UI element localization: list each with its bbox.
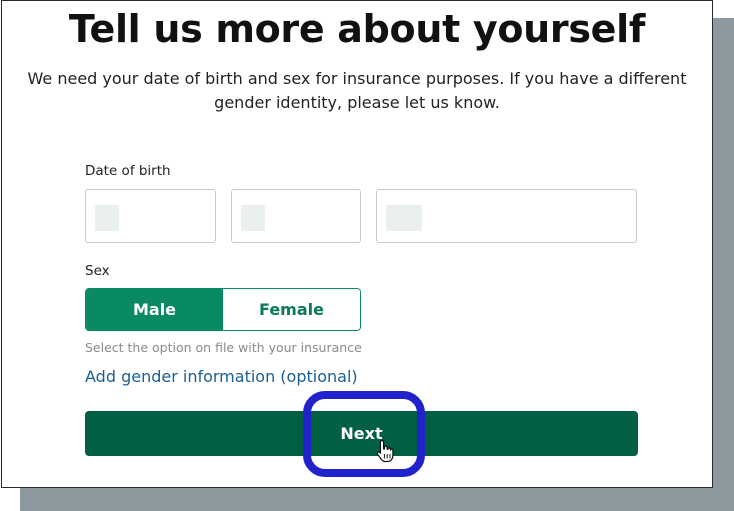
page-title: Tell us more about yourself (68, 7, 646, 51)
screenshot-stage: Tell us more about yourself We need your… (0, 0, 734, 511)
sex-option-female[interactable]: Female (223, 289, 360, 330)
next-button-label: Next (340, 424, 383, 443)
add-gender-link[interactable]: Add gender information (optional) (85, 367, 358, 386)
dob-label: Date of birth (85, 163, 171, 179)
dob-day-input[interactable] (231, 189, 361, 243)
form-card: Tell us more about yourself We need your… (1, 0, 713, 488)
dob-year-input[interactable] (376, 189, 637, 243)
next-button[interactable]: Next (85, 411, 638, 456)
dob-month-input[interactable] (85, 189, 216, 243)
sex-hint: Select the option on file with your insu… (85, 340, 362, 355)
sex-toggle-group: Male Female (85, 288, 361, 331)
sex-option-male[interactable]: Male (86, 289, 223, 330)
sex-label: Sex (85, 263, 110, 279)
page-subtitle: We need your date of birth and sex for i… (27, 69, 687, 112)
